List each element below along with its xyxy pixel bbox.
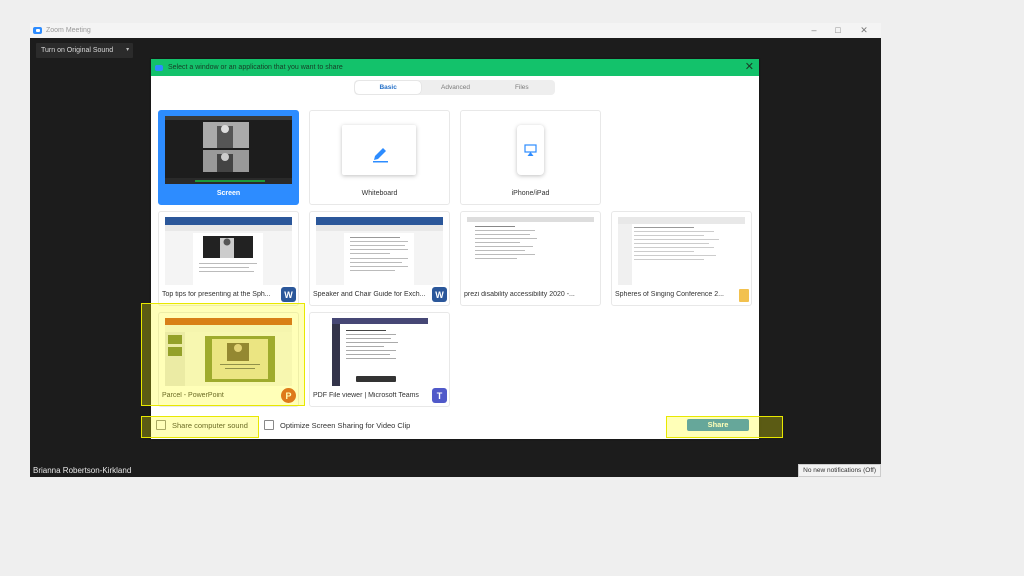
word-doc-thumbnail bbox=[316, 217, 443, 285]
minimize-button[interactable]: – bbox=[803, 24, 825, 37]
checkbox-box[interactable] bbox=[264, 420, 274, 430]
share-options-row: Share computer sound Optimize Screen Sha… bbox=[151, 417, 759, 433]
app-teams-pdf-viewer[interactable]: PDF File viewer | Microsoft Teams T bbox=[309, 312, 450, 407]
notification-tooltip: No new notifications (Off) bbox=[798, 464, 881, 477]
folder-icon bbox=[739, 289, 749, 302]
tile-label: Whiteboard bbox=[361, 190, 398, 197]
original-sound-button[interactable]: Turn on Original Sound ▾ bbox=[36, 43, 134, 58]
app-prezi-document[interactable]: prezi disability accessibility 2020 -... bbox=[460, 211, 601, 306]
original-sound-label: Turn on Original Sound bbox=[41, 47, 114, 54]
tab-advanced[interactable]: Advanced bbox=[422, 80, 488, 95]
window-titlebar: Zoom Meeting – □ ✕ bbox=[30, 23, 881, 38]
app-label: Speaker and Chair Guide for Exch... bbox=[313, 291, 426, 298]
monitor-thumbnail bbox=[165, 116, 292, 184]
word-icon: W bbox=[281, 287, 296, 302]
tile-whiteboard[interactable]: Whiteboard bbox=[309, 110, 450, 205]
checkbox-box[interactable] bbox=[156, 420, 166, 430]
share-button[interactable]: Share bbox=[687, 419, 749, 431]
window-title: Zoom Meeting bbox=[46, 27, 91, 34]
app-label: Parcel - PowerPoint bbox=[162, 392, 224, 399]
app-spheres-conference[interactable]: Spheres of Singing Conference 2... bbox=[611, 211, 752, 306]
app-parcel-powerpoint[interactable]: Parcel - PowerPoint P bbox=[158, 312, 299, 407]
app-label: prezi disability accessibility 2020 -... bbox=[464, 291, 575, 298]
tile-label: Screen bbox=[216, 190, 241, 197]
document-thumbnail bbox=[467, 217, 594, 285]
optimize-video-checkbox[interactable]: Optimize Screen Sharing for Video Clip bbox=[264, 420, 410, 430]
app-label: Top tips for presenting at the Sph... bbox=[162, 291, 271, 298]
share-sound-label: Share computer sound bbox=[172, 420, 248, 430]
phone-preview bbox=[517, 125, 544, 175]
tile-label: iPhone/iPad bbox=[511, 190, 550, 197]
app-label: Spheres of Singing Conference 2... bbox=[615, 291, 724, 298]
app-word-top-tips[interactable]: Top tips for presenting at the Sph... W bbox=[158, 211, 299, 306]
teams-thumbnail bbox=[316, 318, 443, 386]
powerpoint-thumbnail bbox=[165, 318, 292, 386]
teams-icon: T bbox=[432, 388, 447, 403]
screen-preview-image bbox=[165, 116, 292, 184]
close-window-button[interactable]: ✕ bbox=[853, 24, 875, 37]
tab-basic[interactable]: Basic bbox=[355, 81, 422, 94]
app-word-speaker-guide[interactable]: Speaker and Chair Guide for Exch... W bbox=[309, 211, 450, 306]
participant-name: Brianna Robertson-Kirkland bbox=[33, 466, 132, 475]
word-doc-thumbnail bbox=[165, 217, 292, 285]
spreadsheet-thumbnail bbox=[618, 217, 745, 285]
dialog-header: Select a window or an application that y… bbox=[151, 59, 759, 76]
share-tabs: Basic Advanced Files bbox=[354, 80, 555, 95]
chevron-down-icon[interactable]: ▾ bbox=[126, 43, 129, 58]
airplay-icon bbox=[524, 144, 537, 156]
share-screen-dialog: Select a window or an application that y… bbox=[141, 59, 783, 439]
powerpoint-icon: P bbox=[281, 388, 296, 403]
tile-iphone-ipad[interactable]: iPhone/iPad bbox=[460, 110, 601, 205]
zoom-share-icon bbox=[155, 64, 163, 71]
optimize-label: Optimize Screen Sharing for Video Clip bbox=[280, 420, 411, 430]
tile-screen[interactable]: Screen bbox=[158, 110, 299, 205]
dialog-title: Select a window or an application that y… bbox=[168, 64, 343, 71]
share-sound-checkbox[interactable]: Share computer sound bbox=[156, 420, 248, 430]
maximize-button[interactable]: □ bbox=[827, 24, 849, 37]
tab-files[interactable]: Files bbox=[489, 80, 555, 95]
pencil-icon bbox=[373, 148, 388, 163]
whiteboard-preview bbox=[342, 125, 416, 175]
zoom-logo-icon bbox=[33, 27, 42, 34]
word-icon: W bbox=[432, 287, 447, 302]
close-icon[interactable]: ✕ bbox=[745, 61, 754, 74]
app-label: PDF File viewer | Microsoft Teams bbox=[313, 392, 419, 399]
